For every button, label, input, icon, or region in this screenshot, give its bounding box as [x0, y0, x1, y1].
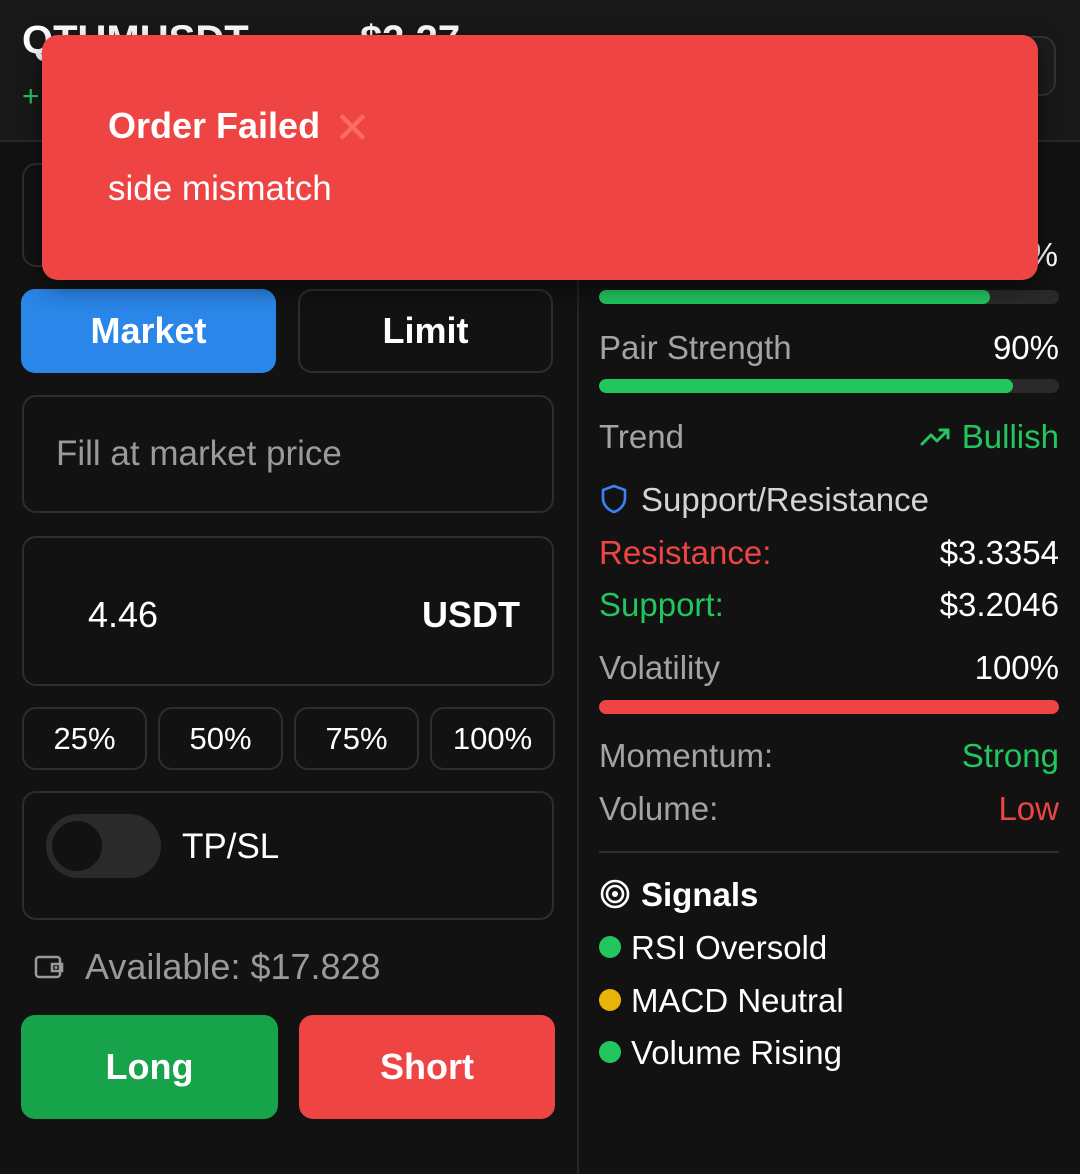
- signal-dot-macd: [599, 989, 621, 1011]
- wallet-icon: [34, 952, 64, 987]
- signal-macd: MACD Neutral: [631, 982, 844, 1019]
- tab-market[interactable]: Market: [21, 289, 276, 373]
- tab-limit[interactable]: Limit: [298, 289, 553, 373]
- trending-up-icon: [919, 420, 951, 457]
- pair-strength-bar: [599, 379, 1059, 393]
- support-value: $3.2046: [939, 586, 1059, 623]
- cross-mark-icon: ✕: [334, 104, 371, 153]
- resistance-value: $3.3354: [939, 534, 1059, 571]
- column-divider: [577, 142, 579, 1174]
- volatility-bar-fill: [599, 700, 1059, 714]
- top-metric-bar-fill: [599, 290, 990, 304]
- momentum-value: Strong: [961, 737, 1059, 774]
- order-failed-toast[interactable]: Order Failed ✕ side mismatch: [42, 35, 1038, 280]
- tpsl-toggle[interactable]: [46, 814, 161, 878]
- support-resistance-title: Support/Resistance: [641, 481, 929, 518]
- available-balance: Available: $17.828: [85, 946, 381, 987]
- resistance-label: Resistance:: [599, 534, 772, 571]
- signal-dot-rsi: [599, 936, 621, 958]
- pair-strength-bar-fill: [599, 379, 1013, 393]
- volume-label: Volume:: [599, 790, 719, 827]
- amount-unit: USDT: [422, 594, 520, 635]
- tpsl-label: TP/SL: [182, 827, 280, 866]
- amount-input[interactable]: 4.46 USDT: [22, 536, 554, 686]
- price-input[interactable]: Fill at market price: [22, 395, 554, 513]
- support-label: Support:: [599, 586, 724, 623]
- price-change: +: [22, 80, 40, 113]
- signal-rsi: RSI Oversold: [631, 929, 828, 966]
- signal-dot-volume: [599, 1041, 621, 1063]
- pair-strength-label: Pair Strength: [599, 329, 792, 366]
- toggle-knob: [52, 821, 102, 871]
- percent-button-100[interactable]: 100%: [430, 707, 555, 770]
- volatility-label: Volatility: [599, 649, 721, 686]
- amount-value[interactable]: 4.46: [88, 594, 158, 636]
- signals-title: Signals: [641, 876, 759, 913]
- percent-button-25[interactable]: 25%: [22, 707, 147, 770]
- trend-label: Trend: [599, 418, 684, 455]
- percent-button-50[interactable]: 50%: [158, 707, 283, 770]
- percent-button-75[interactable]: 75%: [294, 707, 419, 770]
- target-icon: [599, 878, 631, 915]
- long-button[interactable]: Long: [21, 1015, 278, 1119]
- signal-volume: Volume Rising: [631, 1034, 842, 1071]
- pair-strength-value: 90%: [992, 329, 1059, 366]
- tpsl-panel: TP/SL: [22, 791, 554, 920]
- trend-value: Bullish: [961, 418, 1059, 455]
- top-metric-bar: [599, 290, 1059, 304]
- toast-message: side mismatch: [108, 169, 332, 208]
- volatility-value: 100%: [974, 649, 1059, 686]
- toast-title: Order Failed: [108, 105, 321, 146]
- shield-icon: [599, 483, 629, 520]
- short-button[interactable]: Short: [299, 1015, 555, 1119]
- volume-value: Low: [998, 790, 1059, 827]
- momentum-label: Momentum:: [599, 737, 774, 774]
- volatility-bar: [599, 700, 1059, 714]
- section-divider: [599, 851, 1059, 853]
